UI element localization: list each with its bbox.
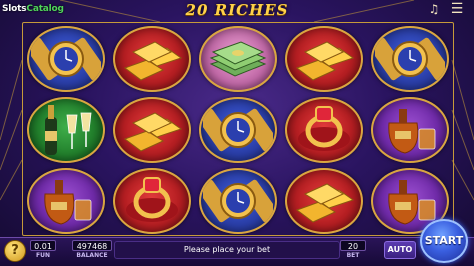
hamburger-menu-icon[interactable]: ☰ bbox=[449, 1, 465, 17]
balance-label: BALANCE bbox=[76, 252, 108, 259]
symbol-gold-bars bbox=[109, 94, 195, 165]
reels-grid bbox=[22, 22, 454, 236]
gold-bars-icon bbox=[295, 40, 355, 81]
coin-value-selector[interactable]: 0.01 FUN bbox=[30, 240, 56, 262]
ruby-ring-icon bbox=[126, 176, 178, 222]
game-title: 20 RICHES bbox=[185, 1, 289, 19]
start-spin-button[interactable]: START bbox=[420, 219, 468, 263]
ruby-ring-icon bbox=[298, 105, 350, 151]
gold-watch-icon bbox=[375, 37, 445, 80]
symbol-ruby-ring bbox=[109, 165, 195, 236]
bet-label: BET bbox=[346, 252, 360, 259]
cognac-bottle-icon bbox=[388, 108, 436, 154]
music-note-icon[interactable]: ♫ bbox=[426, 1, 442, 17]
symbol-gold-watch bbox=[195, 94, 281, 165]
champagne-icon bbox=[45, 104, 92, 155]
symbol-gold-watch bbox=[367, 23, 453, 94]
auto-spin-button[interactable]: AUTO bbox=[384, 241, 416, 259]
gold-bars-icon bbox=[295, 182, 355, 223]
symbol-cognac bbox=[23, 165, 109, 236]
symbol-champagne bbox=[23, 94, 109, 165]
cash-stack-icon bbox=[209, 40, 267, 77]
help-button[interactable]: ? bbox=[4, 240, 26, 262]
slot-game-screen: SlotsCatalog 20 RICHES ♫ ☰ ? 0.01 FUN 49… bbox=[0, 0, 474, 266]
coin-value: 0.01 bbox=[30, 240, 56, 251]
logo-text-accent: Catalog bbox=[26, 4, 64, 14]
gold-bars-icon bbox=[123, 111, 183, 152]
gold-bars-icon bbox=[123, 40, 183, 81]
symbol-ruby-ring bbox=[281, 94, 367, 165]
symbol-cash-stack bbox=[195, 23, 281, 94]
bet-value: 20 bbox=[340, 240, 366, 251]
symbol-gold-watch bbox=[195, 165, 281, 236]
bet-selector[interactable]: 20 BET bbox=[340, 240, 366, 262]
status-message: Please place your bet bbox=[114, 241, 340, 259]
logo-text-primary: Slots bbox=[2, 4, 27, 14]
gold-watch-icon bbox=[203, 179, 273, 222]
symbol-gold-bars bbox=[281, 165, 367, 236]
symbol-gold-bars bbox=[281, 23, 367, 94]
balance-value: 497468 bbox=[72, 240, 112, 251]
site-logo: SlotsCatalog bbox=[2, 2, 64, 16]
gold-watch-icon bbox=[203, 108, 273, 151]
balance-display: 497468 BALANCE bbox=[72, 240, 112, 262]
symbol-cognac bbox=[367, 94, 453, 165]
cognac-bottle-icon bbox=[44, 179, 92, 225]
symbol-gold-bars bbox=[109, 23, 195, 94]
symbol-gold-watch bbox=[23, 23, 109, 94]
coin-value-label: FUN bbox=[36, 252, 50, 259]
gold-watch-icon bbox=[31, 37, 101, 80]
